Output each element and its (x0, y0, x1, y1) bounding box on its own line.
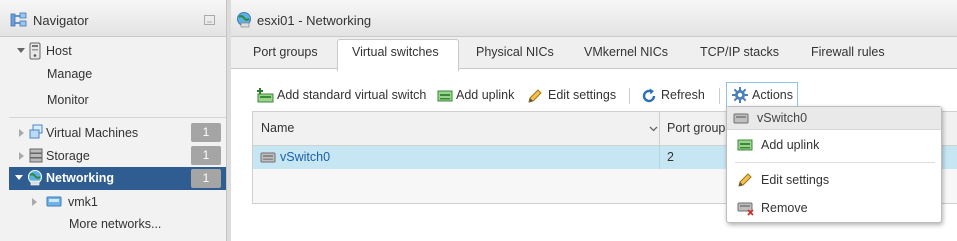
menu-item-edit-settings[interactable]: Edit settings (727, 169, 941, 191)
nav-item-vmk1-label: vmk1 (68, 195, 98, 209)
networking-icon (27, 169, 43, 186)
menu-item-remove[interactable]: Remove (727, 197, 941, 219)
vm-count-badge: 1 (191, 123, 221, 142)
vswitch-name-link[interactable]: vSwitch0 (280, 150, 330, 164)
main-header: esxi01 - Networking (231, 0, 957, 37)
actions-button[interactable]: Actions (726, 82, 798, 108)
chevron-right-icon (32, 198, 37, 206)
nav-item-networking-label: Networking (46, 171, 115, 185)
nav-item-storage-label: Storage (46, 149, 90, 163)
vswitch-icon (733, 113, 749, 124)
chevron-right-icon (19, 152, 24, 160)
add-standard-vswitch-button[interactable]: Add standard virtual switch (256, 86, 431, 106)
chevron-down-icon (17, 48, 25, 53)
nav-divider (9, 117, 226, 118)
networking-icon (236, 11, 253, 28)
host-icon (29, 42, 41, 60)
add-uplink-label: Add uplink (456, 88, 515, 102)
menu-header: vSwitch0 (727, 107, 941, 130)
nav-item-storage[interactable]: Storage 1 (0, 145, 226, 167)
navigator-icon (10, 11, 28, 29)
chevron-down-icon (15, 175, 23, 180)
gear-icon (732, 87, 748, 103)
edit-settings-label: Edit settings (548, 88, 617, 102)
tab-vmkernel-nics[interactable]: VMkernel NICs (584, 45, 668, 59)
menu-item-add-uplink[interactable]: Add uplink (727, 134, 941, 156)
toolbar-separator (719, 88, 720, 104)
nav-item-host-label: Host (46, 44, 72, 58)
nav-item-manage[interactable]: Manage (47, 67, 92, 81)
column-divider (659, 146, 660, 169)
refresh-label: Refresh (661, 88, 705, 102)
pencil-icon (527, 88, 543, 104)
port-groups-value: 2 (667, 150, 674, 164)
storage-icon (29, 148, 43, 163)
main-panel: esxi01 - Networking Port groups Virtual … (231, 0, 957, 241)
tab-port-groups[interactable]: Port groups (253, 45, 318, 59)
add-vswitch-label: Add standard virtual switch (277, 88, 427, 102)
networking-count-badge: 1 (191, 169, 221, 188)
page-title: esxi01 - Networking (257, 13, 372, 28)
pencil-icon (737, 172, 753, 188)
remove-vswitch-icon (737, 202, 755, 216)
more-networks-link[interactable]: More networks... (69, 217, 161, 231)
column-divider (659, 112, 660, 145)
chevron-right-icon (19, 129, 24, 137)
navigator-panel: Navigator Host Manage Monitor Virtual Ma… (0, 0, 227, 241)
column-header-name[interactable]: Name (261, 121, 294, 135)
nav-item-vmk1[interactable]: vmk1 (0, 191, 226, 213)
nav-item-vm-label: Virtual Machines (46, 126, 139, 140)
navigator-header: Navigator (0, 0, 226, 37)
edit-settings-button[interactable]: Edit settings (527, 86, 619, 106)
add-uplink-icon (437, 89, 453, 103)
tab-physical-nics[interactable]: Physical NICs (476, 45, 554, 59)
add-vswitch-icon (256, 88, 274, 103)
refresh-icon (641, 88, 657, 104)
nav-item-virtual-machines[interactable]: Virtual Machines 1 (0, 122, 226, 144)
actions-menu: vSwitch0 Add uplink Edit settings Remove (726, 106, 942, 223)
nav-item-host[interactable]: Host (0, 40, 226, 62)
chevron-down-icon[interactable] (649, 126, 658, 132)
menu-item-add-uplink-label: Add uplink (761, 138, 820, 152)
column-header-port-groups[interactable]: Port groups (667, 121, 732, 135)
minimize-panel-icon[interactable] (204, 15, 215, 25)
tab-tcpip-stacks[interactable]: TCP/IP stacks (700, 45, 779, 59)
menu-header-label: vSwitch0 (757, 111, 808, 125)
virtual-machines-icon (29, 124, 43, 140)
actions-label: Actions (752, 88, 793, 102)
nav-item-monitor[interactable]: Monitor (47, 93, 89, 107)
navigator-title: Navigator (33, 13, 89, 28)
add-uplink-icon (737, 138, 753, 152)
vswitch-icon (260, 152, 276, 163)
tab-virtual-switches[interactable]: Virtual switches (352, 45, 439, 59)
storage-count-badge: 1 (191, 146, 221, 165)
menu-divider (735, 162, 935, 163)
refresh-button[interactable]: Refresh (641, 86, 711, 106)
add-uplink-button[interactable]: Add uplink (437, 86, 517, 106)
tab-firewall-rules[interactable]: Firewall rules (811, 45, 885, 59)
vmkernel-nic-icon (46, 196, 62, 207)
nav-item-networking[interactable]: Networking 1 (9, 167, 226, 190)
toolbar-separator (629, 88, 630, 104)
menu-item-edit-settings-label: Edit settings (761, 173, 830, 187)
menu-item-remove-label: Remove (761, 201, 808, 215)
